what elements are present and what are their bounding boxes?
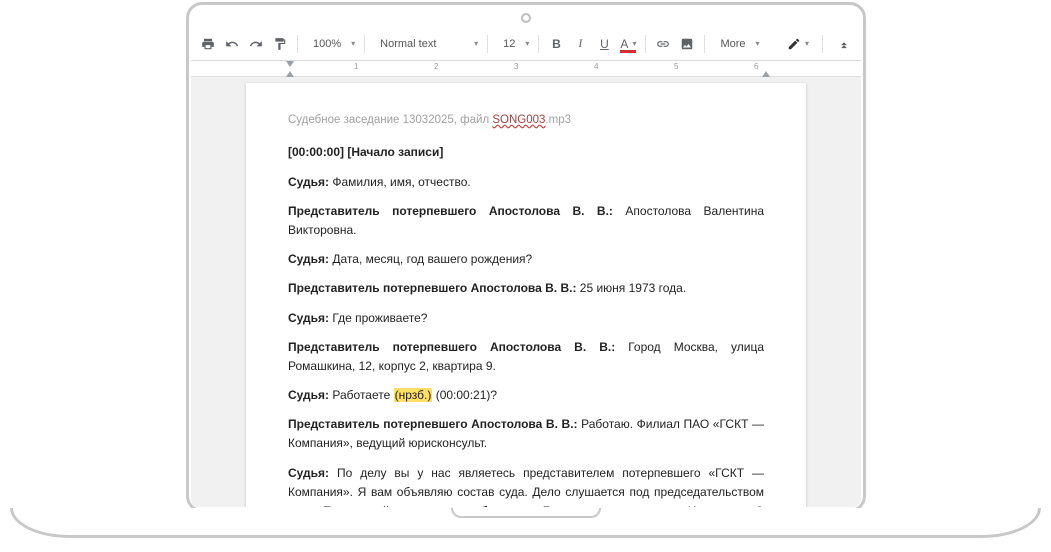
app-window: 100% ▾ Normal text ▾ 12 ▾ B I U xyxy=(191,27,861,507)
paragraph-style-select[interactable]: Normal text ▾ xyxy=(371,33,481,55)
transcript-line: Представитель потерпевшего Апостолова В.… xyxy=(288,279,764,298)
speaker-label: Судья: xyxy=(288,252,329,266)
speech-text: (00:00:21)? xyxy=(432,388,497,402)
chevron-down-icon: ▾ xyxy=(474,39,478,48)
speech-text: Фамилия, имя, отчество. xyxy=(329,175,471,189)
bold-button[interactable]: B xyxy=(545,33,567,55)
speech-text: Дата, месяц, год вашего рождения? xyxy=(329,252,532,266)
undo-icon xyxy=(225,37,239,51)
laptop-frame: 100% ▾ Normal text ▾ 12 ▾ B I U xyxy=(0,0,1051,552)
ruler-tick: 5 xyxy=(674,62,678,71)
style-name: Normal text xyxy=(374,38,442,50)
separator xyxy=(297,35,298,53)
timestamp-start: [00:00:00] [Начало записи] xyxy=(288,143,764,162)
indent-marker-right[interactable] xyxy=(762,71,770,77)
font-size-value: 12 xyxy=(497,38,521,50)
laptop-bezel: 100% ▾ Normal text ▾ 12 ▾ B I U xyxy=(186,2,866,512)
document-area: 1 2 3 4 5 6 Судебное заседание 13032025,… xyxy=(191,61,861,507)
transcript-line: Представитель потерпевшего Апостолова В.… xyxy=(288,338,764,376)
redo-button[interactable] xyxy=(245,33,267,55)
speaker-label: Представитель потерпевшего Апостолова В.… xyxy=(288,281,576,295)
more-tools-button[interactable]: More ▾ xyxy=(711,33,762,55)
transcript-line: Представитель потерпевшего Апостолова В.… xyxy=(288,202,764,240)
ruler-scale: 1 2 3 4 5 6 xyxy=(246,61,806,77)
header-suffix: .mp3 xyxy=(545,114,571,126)
insert-image-button[interactable] xyxy=(676,33,698,55)
speaker-label: Представитель потерпевшего Апостолова В.… xyxy=(288,204,613,218)
transcript-line: Судья: По делу вы у нас являетесь предст… xyxy=(288,464,764,507)
undo-button[interactable] xyxy=(221,33,243,55)
separator xyxy=(704,35,705,53)
print-icon xyxy=(201,37,215,51)
ruler-tick: 3 xyxy=(514,62,518,71)
ruler-tick: 6 xyxy=(754,62,758,71)
collapse-toolbar-button[interactable] xyxy=(833,33,855,55)
print-button[interactable] xyxy=(197,33,219,55)
chevron-down-icon: ▾ xyxy=(525,39,529,48)
speech-text: Где проживаете? xyxy=(329,311,427,325)
toolbar: 100% ▾ Normal text ▾ 12 ▾ B I U xyxy=(191,27,861,61)
zoom-select[interactable]: 100% ▾ xyxy=(304,33,358,55)
zoom-value: 100% xyxy=(307,38,347,50)
header-filename-link: SONG003 xyxy=(492,114,545,126)
more-label: More xyxy=(714,38,751,50)
paint-roller-icon xyxy=(273,37,287,51)
text-color-icon: A xyxy=(620,37,628,51)
transcript-line: Судья: Где проживаете? xyxy=(288,309,764,328)
transcript-line: Судья: Работаете (нрзб.) (00:00:21)? xyxy=(288,386,764,405)
underline-icon: U xyxy=(600,37,609,51)
separator xyxy=(538,35,539,53)
header-prefix: Судебное заседание 13032025, файл xyxy=(288,114,492,126)
speaker-label: Представитель потерпевшего Апостолова В.… xyxy=(288,417,578,431)
chevron-down-icon: ▾ xyxy=(756,39,760,48)
speaker-label: Судья: xyxy=(288,388,329,402)
speaker-label: Представитель потерпевшего Апостолова В.… xyxy=(288,340,615,354)
ruler[interactable]: 1 2 3 4 5 6 xyxy=(191,61,861,77)
edit-mode-button[interactable]: ▾ xyxy=(784,33,812,55)
transcript-line: Представитель потерпевшего Апостолова В.… xyxy=(288,415,764,453)
ruler-tick: 1 xyxy=(354,62,358,71)
document-header-note: Судебное заседание 13032025, файл SONG00… xyxy=(288,111,764,129)
italic-icon: I xyxy=(578,36,582,51)
paint-format-button[interactable] xyxy=(269,33,291,55)
separator xyxy=(645,35,646,53)
highlighted-text: (нрзб.) xyxy=(394,388,433,402)
link-icon xyxy=(656,37,670,51)
indent-marker-first-line[interactable] xyxy=(286,61,294,67)
speech-text: Работаете xyxy=(329,388,394,402)
transcript-line: Судья: Дата, месяц, год вашего рождения? xyxy=(288,250,764,269)
separator xyxy=(822,35,823,53)
document-page[interactable]: Судебное заседание 13032025, файл SONG00… xyxy=(246,83,806,507)
color-swatch xyxy=(620,50,636,53)
chevron-down-icon: ▾ xyxy=(632,39,636,48)
chevron-down-icon: ▾ xyxy=(805,39,809,48)
ruler-tick: 4 xyxy=(594,62,598,71)
page-scroll[interactable]: Судебное заседание 13032025, файл SONG00… xyxy=(191,77,861,507)
laptop-notch xyxy=(451,508,601,518)
chevrons-up-icon xyxy=(837,37,851,51)
redo-icon xyxy=(249,37,263,51)
speaker-label: Судья: xyxy=(288,466,329,480)
separator xyxy=(487,35,488,53)
image-icon xyxy=(680,37,694,51)
camera-icon xyxy=(521,13,531,23)
speech-text: По делу вы у нас являетесь представителе… xyxy=(288,466,764,507)
bold-icon: B xyxy=(552,37,561,51)
separator xyxy=(364,35,365,53)
font-size-select[interactable]: 12 ▾ xyxy=(494,33,532,55)
speaker-label: Судья: xyxy=(288,311,329,325)
speaker-label: Судья: xyxy=(288,175,329,189)
speech-text: 25 июня 1973 года. xyxy=(576,281,686,295)
ruler-tick: 2 xyxy=(434,62,438,71)
indent-marker-left[interactable] xyxy=(286,71,294,77)
text-color-button[interactable]: A ▾ xyxy=(617,33,639,55)
underline-button[interactable]: U xyxy=(593,33,615,55)
pencil-icon xyxy=(787,37,801,51)
ts-text: [00:00:00] [Начало записи] xyxy=(288,145,443,159)
transcript-line: Судья: Фамилия, имя, отчество. xyxy=(288,173,764,192)
italic-button[interactable]: I xyxy=(569,33,591,55)
insert-link-button[interactable] xyxy=(652,33,674,55)
chevron-down-icon: ▾ xyxy=(351,39,355,48)
